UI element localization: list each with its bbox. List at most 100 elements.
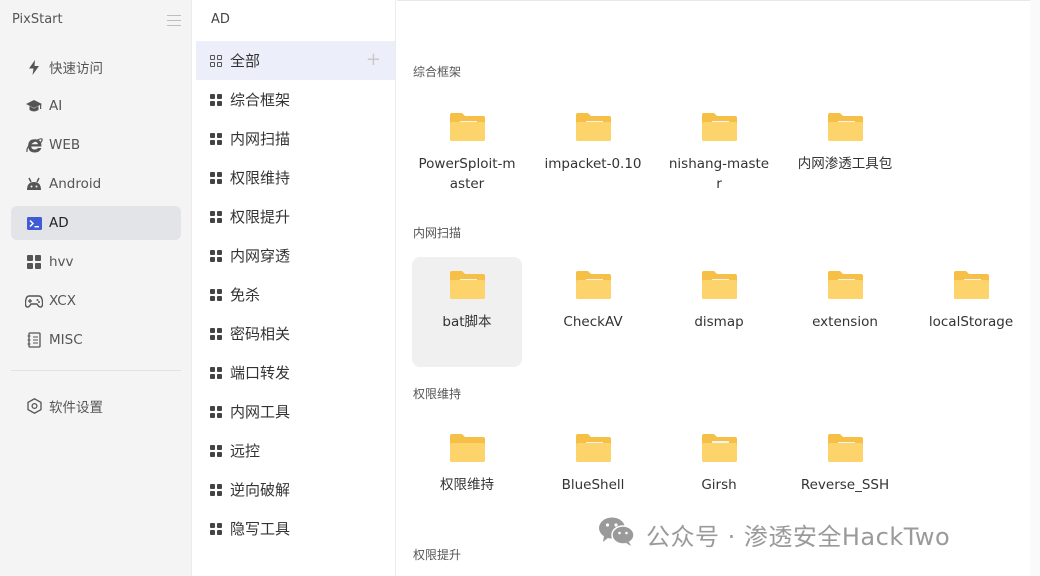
section-title: 内网扫描 [413, 226, 462, 240]
category-item[interactable]: 综合框架 [196, 80, 395, 119]
sidebar-item-hvv[interactable]: hvv [11, 245, 181, 279]
sidebar-nav: 快速访问 AI WEB Android AD hvv XCX MISC [11, 50, 181, 362]
grid-icon [210, 405, 222, 418]
category-label: 端口转发 [230, 364, 291, 382]
sidebar-item-label: Android [49, 176, 102, 192]
sidebar-item-label: 快速访问 [49, 61, 103, 77]
folder-name: localStorage [928, 314, 1014, 330]
sidebar-item-web[interactable]: WEB [11, 128, 181, 162]
folder-item[interactable]: extension [790, 257, 900, 367]
watermark-text: 公众号 · 渗透安全HackTwo [646, 522, 951, 551]
category-item[interactable]: 逆向破解 [196, 470, 395, 509]
folder-icon [576, 434, 611, 462]
folder-icon [828, 113, 863, 141]
folder-item[interactable]: bat脚本 [412, 257, 522, 367]
android-icon [25, 175, 43, 193]
folder-icon [576, 271, 611, 299]
grid-icon [210, 93, 222, 106]
folder-item[interactable]: Girsh [664, 420, 774, 530]
watermark: 公众号 · 渗透安全HackTwo [598, 516, 950, 552]
sidebar-item-xcx[interactable]: XCX [11, 284, 181, 318]
category-item[interactable]: 隐写工具 [196, 509, 395, 548]
folder-name: Girsh [701, 477, 737, 493]
category-item[interactable]: 权限提升 [196, 197, 395, 236]
section-title: 综合框架 [413, 65, 462, 79]
folder-item[interactable]: PowerSploit-master [412, 99, 522, 209]
category-label: 权限提升 [230, 208, 291, 226]
grid-icon [210, 171, 222, 184]
notebook-icon [25, 331, 43, 349]
folder-name: CheckAV [563, 314, 623, 330]
wechat-logo-icon [598, 516, 636, 552]
grid-icon [25, 253, 43, 271]
folder-item[interactable]: localStorage [916, 257, 1026, 367]
folder-name: dismap [694, 314, 744, 330]
category-label: 远控 [230, 442, 261, 460]
settings-label: 软件设置 [49, 400, 103, 416]
sidebar: PixStart 快速访问 AI WEB Android AD hvv XCX … [0, 0, 192, 576]
sidebar-item-label: WEB [49, 137, 81, 153]
folder-item[interactable]: 权限维持 [412, 420, 522, 530]
category-item[interactable]: 权限维持 [196, 158, 395, 197]
menu-toggle-icon[interactable] [167, 15, 181, 26]
folder-item[interactable]: impacket-0.10 [538, 99, 648, 209]
grid-icon [210, 288, 222, 301]
category-item[interactable]: 内网穿透 [196, 236, 395, 275]
folder-name: nishang-master [668, 156, 770, 192]
folder-item[interactable]: nishang-master [664, 99, 774, 209]
category-label: 逆向破解 [230, 481, 291, 499]
grid-icon [210, 327, 222, 340]
sidebar-item-settings[interactable]: 软件设置 [11, 389, 181, 423]
sidebar-item-quick-access[interactable]: 快速访问 [11, 50, 181, 84]
folder-name: BlueShell [561, 477, 625, 493]
folder-icon [828, 434, 863, 462]
category-label: 密码相关 [230, 325, 291, 343]
category-label: 全部 [230, 52, 261, 70]
category-item[interactable]: 内网扫描 [196, 119, 395, 158]
folder-item[interactable]: dismap [664, 257, 774, 367]
gamepad-icon [25, 292, 43, 310]
breadcrumb: AD [211, 12, 230, 27]
category-label: 内网工具 [230, 403, 291, 421]
folder-icon [954, 271, 989, 299]
grid-icon [210, 483, 222, 496]
folder-name: impacket-0.10 [544, 156, 642, 172]
settings-hex-icon [25, 397, 43, 415]
category-item[interactable]: 端口转发 [196, 353, 395, 392]
category-item[interactable]: 内网工具 [196, 392, 395, 431]
folder-icon [576, 113, 611, 141]
grid-icon [210, 444, 222, 457]
category-list: 全部 + 综合框架 内网扫描 权限维持 权限提升 内网穿透 免杀 密码相关 端口… [196, 41, 395, 548]
grid-icon [210, 249, 222, 262]
folder-item[interactable]: Reverse_SSH [790, 420, 900, 530]
category-item[interactable]: 免杀 [196, 275, 395, 314]
category-panel: AD 全部 + 综合框架 内网扫描 权限维持 权限提升 内网穿透 免杀 密码相关… [192, 0, 396, 576]
folder-item[interactable]: BlueShell [538, 420, 648, 530]
add-category-button[interactable]: + [366, 50, 381, 70]
sidebar-item-misc[interactable]: MISC [11, 323, 181, 357]
sidebar-item-ai[interactable]: AI [11, 89, 181, 123]
sidebar-item-android[interactable]: Android [11, 167, 181, 201]
graduation-cap-icon [25, 97, 43, 115]
category-item[interactable]: 远控 [196, 431, 395, 470]
sidebar-item-label: MISC [49, 332, 83, 348]
category-all[interactable]: 全部 + [196, 41, 395, 80]
folder-item[interactable]: CheckAV [538, 257, 648, 367]
folder-name: 内网渗透工具包 [797, 156, 893, 172]
category-label: 内网穿透 [230, 247, 291, 265]
folder-icon [702, 434, 737, 462]
folder-name: PowerSploit-master [418, 156, 516, 192]
app-title: PixStart [12, 12, 63, 27]
section-title: 权限提升 [413, 548, 462, 562]
sidebar-item-ad[interactable]: AD [11, 206, 181, 240]
sidebar-item-label: XCX [49, 293, 76, 309]
folder-item[interactable]: 内网渗透工具包 [790, 99, 900, 209]
category-item[interactable]: 密码相关 [196, 314, 395, 353]
folder-icon [828, 271, 863, 299]
category-label: 综合框架 [230, 91, 291, 109]
lightning-icon [25, 58, 43, 76]
sidebar-divider [11, 370, 181, 371]
folder-icon [702, 113, 737, 141]
folder-icon [450, 434, 485, 462]
sidebar-item-label: hvv [49, 254, 74, 270]
